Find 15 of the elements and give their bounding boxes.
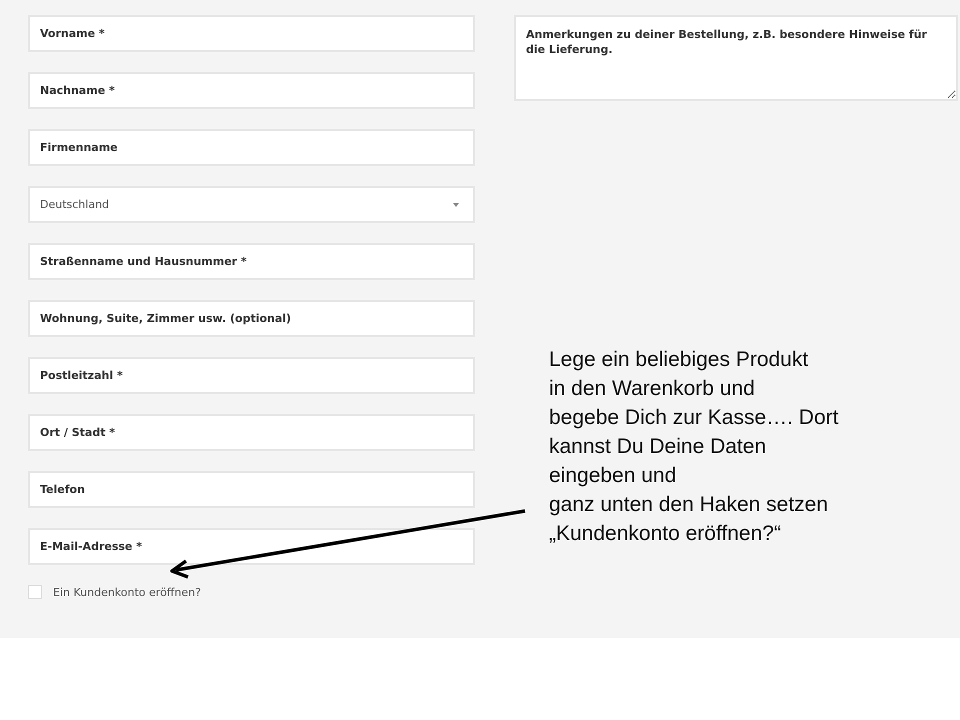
input-field[interactable]: Vorname * [28,15,475,52]
input-field[interactable]: Telefon [28,471,475,508]
input-field[interactable]: Postleitzahl * [28,357,475,394]
input-field[interactable]: Firmenname [28,129,475,166]
instruction-text: Lege ein beliebiges Produkt in den Warenkorb und begebe Dich zur Kasse…. Dort kannst Du Deine Daten eingeben und ganz unten den Haken setzen „Kundenkonto eröffnen?“ [549,347,840,547]
country-select[interactable]: Deutschland [28,186,475,223]
caret-icon [453,202,459,206]
input-field[interactable]: Nachname * [28,72,475,109]
input-field[interactable]: Wohnung, Suite, Zimmer usw. (optional) [28,300,475,337]
order-notes-field[interactable]: Anmerkungen zu deiner Bestellung, z.B. besondere Hinweise für die Lieferung. [514,15,958,101]
checkbox-label[interactable]: Ein Kundenkonto eröffnen? [53,586,201,598]
input-field[interactable]: Ort / Stadt * [28,414,475,451]
input-field[interactable]: Straßenname und Hausnummer * [28,243,475,280]
input-field[interactable]: E-Mail-Adresse * [28,528,475,565]
checkbox[interactable] [28,585,42,599]
